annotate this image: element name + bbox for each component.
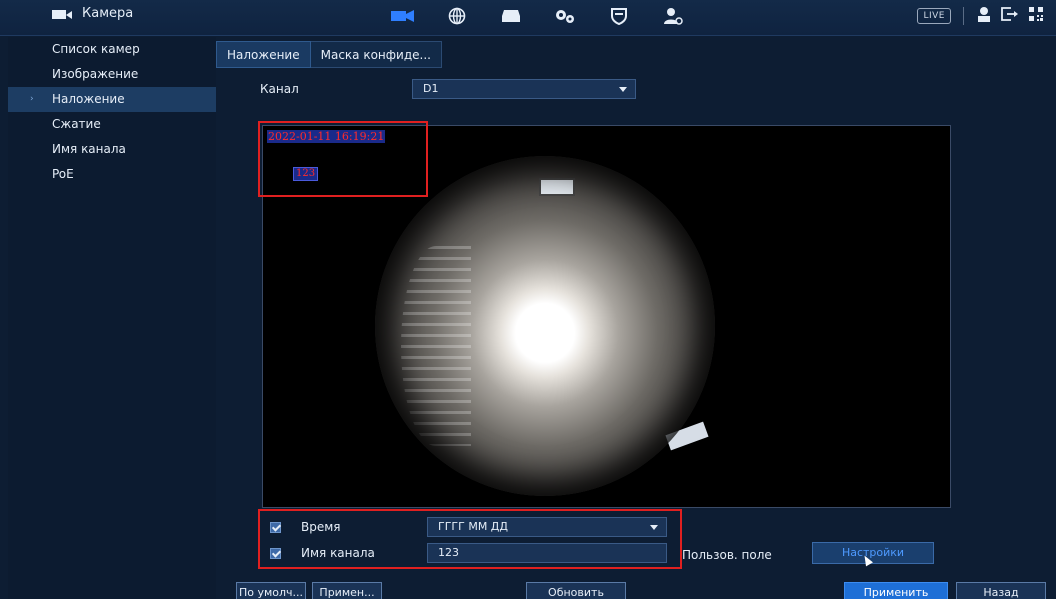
fisheye-vignette [375,156,715,496]
channel-label: Канал [260,82,299,96]
network-icon[interactable] [444,4,470,28]
channel-row: Канал D1 [260,79,636,99]
time-label: Время [301,520,341,534]
security-icon[interactable] [606,4,632,28]
chevron-down-icon [619,87,627,92]
sidebar-item-camera-list[interactable]: Список камер [8,37,216,62]
settings-button[interactable]: Настройки [812,542,934,564]
sidebar-item-channel-name[interactable]: Имя канала [8,137,216,162]
sidebar-item-compression[interactable]: Сжатие [8,112,216,137]
main-menu-icons [390,4,686,28]
channel-name-input[interactable]: 123 [427,543,667,563]
account-icon[interactable] [660,4,686,28]
sidebar-item-label: Имя канала [52,142,126,156]
sidebar-item-label: PoE [52,167,74,181]
time-option-row: Время ГГГГ ММ ДД [270,517,667,537]
sidebar-item-image[interactable]: Изображение [8,62,216,87]
sidebar-item-poe[interactable]: PoE [8,162,216,187]
section-title-label: Камера [82,6,134,21]
top-bar: Камера LIVE [0,0,1056,36]
sidebar-item-label: Наложение [52,92,125,106]
apply-to-button[interactable]: Примен... [312,582,382,599]
qr-icon[interactable] [1028,6,1044,26]
back-button[interactable]: Назад [956,582,1046,599]
apply-button[interactable]: Применить [844,582,948,599]
time-format-select[interactable]: ГГГГ ММ ДД [427,517,667,537]
highlight-frame-osd [258,121,428,197]
channel-select[interactable]: D1 [412,79,636,99]
default-button[interactable]: По умолч... [236,582,306,599]
chevron-down-icon [650,525,658,530]
logout-icon[interactable] [1000,6,1020,26]
channel-name-option-row: Имя канала 123 [270,543,667,563]
user-field-label: Пользов. поле [682,548,772,562]
tab-overlay[interactable]: Наложение [216,41,311,68]
channel-select-value: D1 [423,82,439,95]
time-checkbox[interactable] [270,521,281,533]
sidebar: Список камер Изображение › Наложение Сжат… [8,37,216,599]
sidebar-item-label: Изображение [52,67,139,81]
sidebar-item-label: Список камер [52,42,140,56]
refresh-button[interactable]: Обновить [526,582,626,599]
tab-privacy-mask[interactable]: Маска конфиде... [310,41,442,68]
section-title: Камера [52,6,133,21]
camera-small-icon [52,9,74,19]
settings-icon[interactable] [552,4,578,28]
live-button[interactable]: LIVE [917,8,951,24]
sidebar-item-overlay[interactable]: › Наложение [8,87,216,112]
tab-bar: Наложение Маска конфиде... [216,41,442,68]
user-icon[interactable] [976,6,992,26]
app-window: Камера LIVE Список камер Изображение › Н… [0,0,1056,599]
channel-name-label: Имя канала [301,546,375,560]
channel-name-checkbox[interactable] [270,547,281,559]
storage-icon[interactable] [498,4,524,28]
camera-icon[interactable] [390,4,416,28]
main-panel: Наложение Маска конфиде... Канал D1 2022… [216,37,1056,599]
chevron-right-icon: › [30,94,34,104]
divider [963,7,964,25]
time-format-value: ГГГГ ММ ДД [438,520,508,533]
sidebar-item-label: Сжатие [52,117,101,131]
top-right-controls: LIVE [917,6,1044,26]
